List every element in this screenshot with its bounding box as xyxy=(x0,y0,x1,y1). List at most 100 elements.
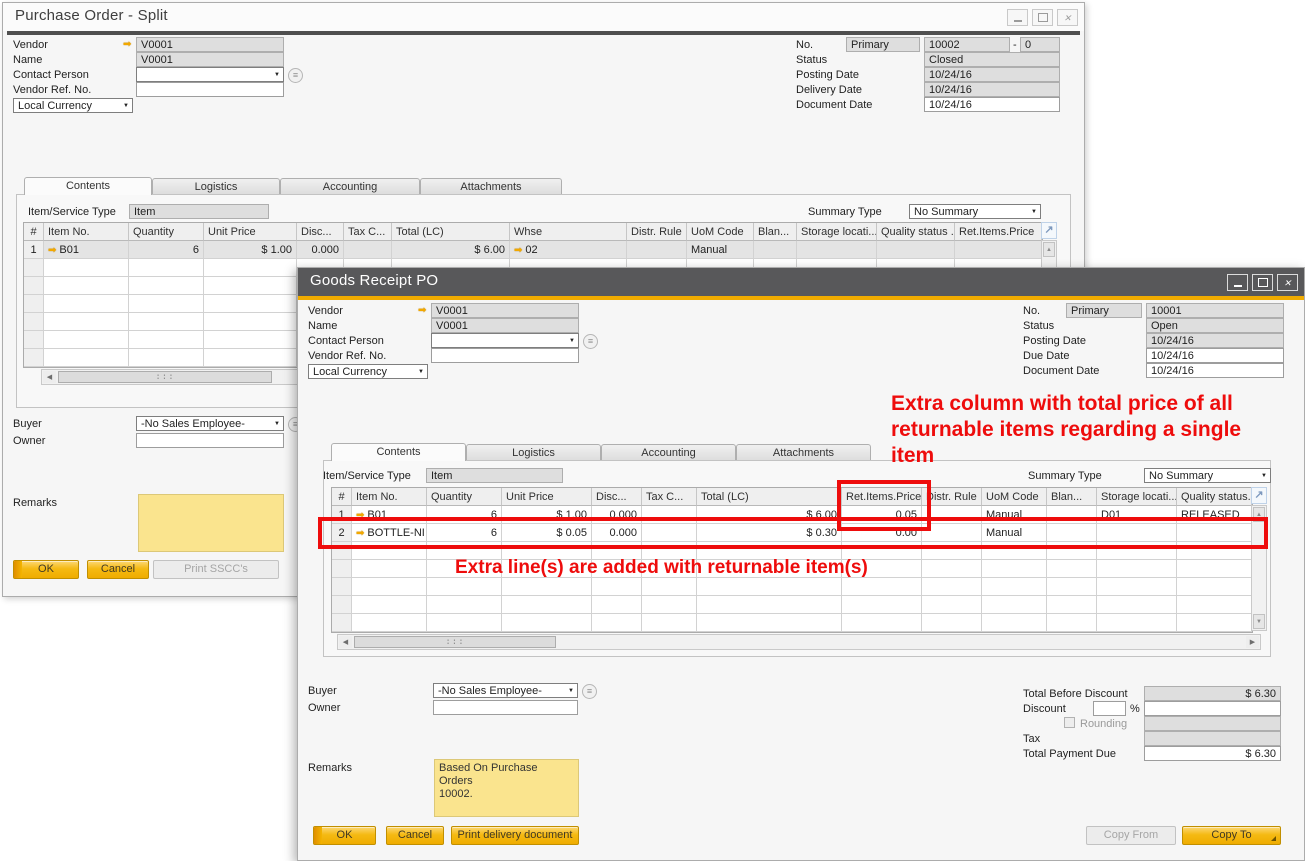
cell[interactable] xyxy=(129,277,204,295)
cell[interactable] xyxy=(642,596,697,614)
cell[interactable] xyxy=(592,596,642,614)
ok-button[interactable]: OK xyxy=(13,560,79,579)
cell[interactable] xyxy=(129,313,204,331)
tab-logistics[interactable]: Logistics xyxy=(466,444,601,461)
cell[interactable] xyxy=(204,259,297,277)
scroll-down-icon[interactable] xyxy=(1253,614,1265,629)
buyer-select[interactable]: -No Sales Employee- xyxy=(136,416,284,431)
cell[interactable] xyxy=(204,295,297,313)
column-header-quality-status[interactable]: Quality status... xyxy=(1177,488,1252,506)
vendor-ref-field[interactable] xyxy=(431,348,579,363)
cell[interactable]: 1 xyxy=(24,241,44,259)
doc-number-field[interactable]: 10002 xyxy=(924,37,1010,52)
cell[interactable] xyxy=(982,560,1047,578)
cell[interactable] xyxy=(697,596,842,614)
cell[interactable] xyxy=(204,331,297,349)
posting-date-field[interactable]: 10/24/16 xyxy=(924,67,1060,82)
cell[interactable] xyxy=(642,578,697,596)
cell[interactable] xyxy=(344,241,392,259)
list-icon[interactable] xyxy=(582,684,597,699)
cell[interactable] xyxy=(754,241,797,259)
cell[interactable] xyxy=(1177,596,1252,614)
column-header-uom-code[interactable]: UoM Code xyxy=(982,488,1047,506)
cell[interactable] xyxy=(1177,560,1252,578)
column-header-total-lc[interactable]: Total (LC) xyxy=(697,488,842,506)
cell[interactable] xyxy=(592,614,642,632)
cell[interactable] xyxy=(24,259,44,277)
cell[interactable] xyxy=(332,596,352,614)
cell[interactable] xyxy=(332,578,352,596)
tab-attachments[interactable]: Attachments xyxy=(736,444,871,461)
cell[interactable]: Manual xyxy=(687,241,754,259)
cell[interactable] xyxy=(427,614,502,632)
cell[interactable] xyxy=(44,349,129,367)
owner-field[interactable] xyxy=(433,700,578,715)
cell[interactable] xyxy=(982,596,1047,614)
po-title-bar[interactable]: Purchase Order - Split xyxy=(3,3,1084,31)
grpo-title-bar[interactable]: Goods Receipt PO xyxy=(298,268,1304,296)
cell[interactable] xyxy=(955,241,1042,259)
ok-button[interactable]: OK xyxy=(313,826,376,845)
vendor-ref-field[interactable] xyxy=(136,82,284,97)
cell[interactable] xyxy=(352,560,427,578)
column-header-blan[interactable]: Blan... xyxy=(1047,488,1097,506)
cell[interactable] xyxy=(842,596,922,614)
column-header-storage-locati[interactable]: Storage locati... xyxy=(797,223,877,241)
document-date-field[interactable]: 10/24/16 xyxy=(924,97,1060,112)
table-row[interactable]: 1B016$ 1.000.000$ 6.0002Manual xyxy=(24,241,1042,259)
contact-person-select[interactable] xyxy=(136,67,284,82)
minimize-button[interactable] xyxy=(1227,274,1248,291)
list-icon[interactable] xyxy=(583,334,598,349)
column-header-total-lc[interactable]: Total (LC) xyxy=(392,223,510,241)
cell[interactable] xyxy=(842,614,922,632)
cell[interactable] xyxy=(877,241,955,259)
cell[interactable] xyxy=(204,313,297,331)
cell[interactable]: 02 xyxy=(510,241,627,259)
cell[interactable] xyxy=(1047,578,1097,596)
column-header-tax-c[interactable]: Tax C... xyxy=(642,488,697,506)
discount-amount-field[interactable] xyxy=(1144,701,1281,716)
column-header-tax-c[interactable]: Tax C... xyxy=(344,223,392,241)
doc-number-field[interactable]: 10001 xyxy=(1146,303,1284,318)
cell[interactable] xyxy=(1177,614,1252,632)
close-button[interactable] xyxy=(1277,274,1298,291)
column-header-quantity[interactable]: Quantity xyxy=(427,488,502,506)
summary-type-select[interactable]: No Summary xyxy=(909,204,1041,219)
series-field[interactable]: Primary xyxy=(1066,303,1142,318)
cancel-button[interactable]: Cancel xyxy=(87,560,149,579)
column-header-[interactable]: # xyxy=(24,223,44,241)
scroll-right-icon[interactable] xyxy=(1246,636,1259,648)
column-header-ret-items-price[interactable]: Ret.Items.Price xyxy=(955,223,1042,241)
tab-attachments[interactable]: Attachments xyxy=(420,178,562,195)
cell[interactable] xyxy=(797,241,877,259)
cancel-button[interactable]: Cancel xyxy=(386,826,444,845)
cell[interactable] xyxy=(44,313,129,331)
scroll-left-icon[interactable] xyxy=(339,636,352,648)
buyer-select[interactable]: -No Sales Employee- xyxy=(433,683,578,698)
cell[interactable] xyxy=(1047,560,1097,578)
cell[interactable] xyxy=(922,560,982,578)
cell[interactable]: 0.000 xyxy=(297,241,344,259)
column-header-storage-locati[interactable]: Storage locati... xyxy=(1097,488,1177,506)
vendor-field[interactable]: V0001 xyxy=(431,303,579,318)
tab-accounting[interactable]: Accounting xyxy=(280,178,420,195)
discount-percent-field[interactable] xyxy=(1093,701,1126,716)
link-arrow-icon[interactable] xyxy=(48,244,56,256)
name-field[interactable]: V0001 xyxy=(136,52,284,67)
doc-suffix-field[interactable]: 0 xyxy=(1020,37,1060,52)
cell[interactable] xyxy=(502,596,592,614)
cell[interactable] xyxy=(44,259,129,277)
cell[interactable] xyxy=(697,614,842,632)
item-service-type-field[interactable]: Item xyxy=(426,468,563,483)
tab-accounting[interactable]: Accounting xyxy=(601,444,736,461)
cell[interactable] xyxy=(204,349,297,367)
scroll-up-icon[interactable] xyxy=(1043,242,1055,257)
cell[interactable] xyxy=(24,277,44,295)
copy-from-button[interactable]: Copy From xyxy=(1086,826,1176,845)
cell[interactable] xyxy=(697,578,842,596)
cell[interactable] xyxy=(129,295,204,313)
cell[interactable] xyxy=(1047,614,1097,632)
cell[interactable] xyxy=(842,578,922,596)
column-header-whse[interactable]: Whse xyxy=(510,223,627,241)
column-header-unit-price[interactable]: Unit Price xyxy=(502,488,592,506)
